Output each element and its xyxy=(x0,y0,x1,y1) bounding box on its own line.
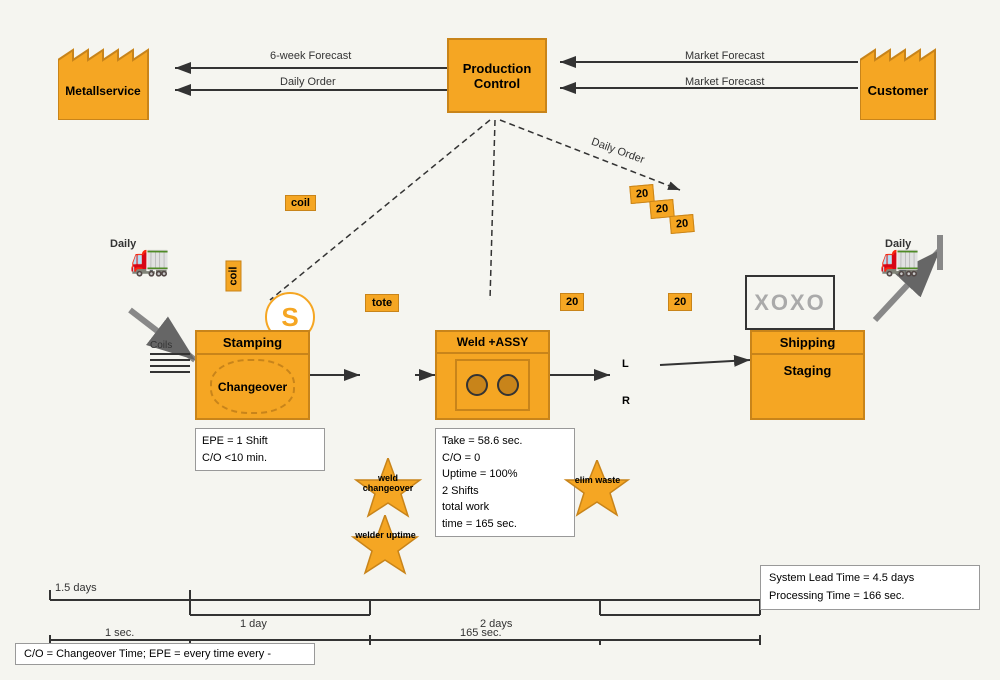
push-20-d: 20 xyxy=(560,293,584,311)
push-20-c: 20 xyxy=(669,214,695,234)
kaizen-star-3 xyxy=(560,460,635,520)
customer-factory: Customer xyxy=(860,30,960,125)
timeline-days-2: 1 day xyxy=(240,618,267,630)
production-control-label: Production Control xyxy=(463,61,532,91)
weld-data-box: Take = 58.6 sec. C/O = 0 Uptime = 100% 2… xyxy=(435,428,575,537)
kaizen-star-1 xyxy=(348,458,428,518)
weld-data-line6: time = 165 sec. xyxy=(442,516,568,533)
weld-data-line4: 2 Shifts xyxy=(442,483,568,500)
tote-label: tote xyxy=(365,294,399,312)
daily-order-right-label: Daily Order xyxy=(590,136,646,166)
metallservice-factory: Metallservice xyxy=(58,30,168,125)
weld-data-line5: total work xyxy=(442,499,568,516)
weld-label: Weld +ASSY xyxy=(437,332,548,354)
xoxo-box: XOXO xyxy=(745,275,835,330)
coils-label: Coils xyxy=(150,340,190,351)
stamping-process-box: Stamping Changeover xyxy=(195,330,310,420)
kaizen-elim-waste: elim waste xyxy=(560,460,635,520)
market-forecast-2-label: Market Forecast xyxy=(685,76,764,88)
kaizen-welder-uptime: welder uptime xyxy=(345,515,425,575)
svg-text:Metallservice: Metallservice xyxy=(65,84,141,98)
production-control-box: Production Control xyxy=(447,38,547,113)
timeline-sec-1: 1 sec. xyxy=(105,627,134,639)
coil-top-label: coil xyxy=(285,195,316,211)
changeover-burst: Changeover xyxy=(210,359,295,414)
weld-data-line2: C/O = 0 xyxy=(442,450,568,467)
system-info-box: System Lead Time = 4.5 days Processing T… xyxy=(760,565,980,610)
system-lead-time: System Lead Time = 4.5 days xyxy=(769,570,971,588)
xoxo-label: XOXO xyxy=(754,290,826,316)
stamping-data-box: EPE = 1 Shift C/O <10 min. xyxy=(195,428,325,471)
r-label: R xyxy=(622,395,630,407)
stamping-data-line1: EPE = 1 Shift xyxy=(202,433,318,450)
daily-order-left-label: Daily Order xyxy=(280,76,336,88)
diagram: Metallservice Production Control Custome… xyxy=(0,0,1000,680)
legend-box: C/O = Changeover Time; EPE = every time … xyxy=(15,643,315,665)
push-20-e: 20 xyxy=(668,293,692,311)
staging-label: Staging xyxy=(752,363,863,378)
processing-time: Processing Time = 166 sec. xyxy=(769,588,971,606)
customer-factory-shape: Customer xyxy=(860,30,960,120)
metallservice-factory-shape: Metallservice xyxy=(58,30,168,120)
timeline-sec-2: 165 sec. xyxy=(460,627,502,639)
stamping-label: Stamping xyxy=(197,332,308,355)
changeover-label: Changeover xyxy=(218,380,287,394)
kaizen-weld-changeover: weld changeover xyxy=(348,458,428,518)
weld-data-line1: Take = 58.6 sec. xyxy=(442,433,568,450)
l-label: L xyxy=(622,358,629,370)
daily-left-label: Daily xyxy=(110,238,136,250)
stamping-data-line2: C/O <10 min. xyxy=(202,450,318,467)
coil-stack: Coils xyxy=(150,340,190,377)
daily-right-label: Daily xyxy=(885,238,911,250)
kaizen-star-2 xyxy=(345,515,425,575)
six-week-forecast-label: 6-week Forecast xyxy=(270,50,351,62)
weld-data-line3: Uptime = 100% xyxy=(442,466,568,483)
shipping-process-box: Shipping Staging xyxy=(750,330,865,420)
coil-stack-label: coil xyxy=(225,261,241,292)
weld-assy-process-box: Weld +ASSY xyxy=(435,330,550,420)
svg-text:Customer: Customer xyxy=(868,83,929,98)
timeline-days-1: 1.5 days xyxy=(55,582,97,594)
legend-text: C/O = Changeover Time; EPE = every time … xyxy=(24,648,271,660)
market-forecast-1-label: Market Forecast xyxy=(685,50,764,62)
shipping-label: Shipping xyxy=(752,332,863,355)
